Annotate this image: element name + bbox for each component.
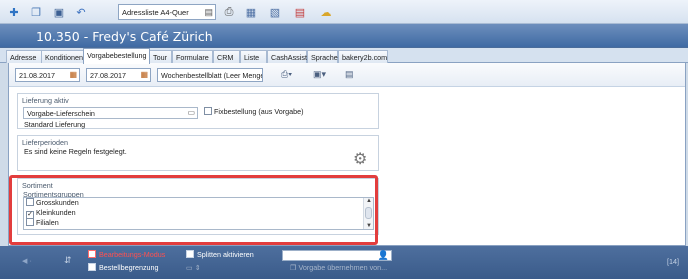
record-counter: [14] xyxy=(667,257,679,266)
report-icon: ▤ xyxy=(204,7,213,17)
delivery-type-field[interactable]: Vorgabe-Lieferschein ▭ xyxy=(23,107,198,119)
tab-konditionen[interactable]: Konditionen xyxy=(41,50,84,63)
delivery-standard-text: Standard Lieferung xyxy=(24,120,86,129)
order-limit-toggle[interactable]: Bestellbegrenzung xyxy=(88,263,159,272)
gear-icon[interactable]: ⚙ xyxy=(353,149,367,169)
split-checkbox[interactable] xyxy=(186,250,194,258)
delivery-periods-text: Es sind keine Regeln festgelegt. xyxy=(24,147,127,156)
fix-order-label: Fixbestellung (aus Vorgabe) xyxy=(214,107,304,116)
date-from-value: 21.08.2017 xyxy=(19,71,55,80)
tab-formulare[interactable]: Formulare xyxy=(172,50,213,63)
delivery-periods-group: Lieferperioden Es sind keine Regeln fest… xyxy=(17,135,379,171)
report-select-value: Adressliste A4-Quer xyxy=(122,8,189,17)
document-icon[interactable]: ▤ xyxy=(345,69,354,80)
tab-vorgabebestellung[interactable]: Vorgabebestellung xyxy=(83,48,150,64)
apply-template-input[interactable]: 👤 xyxy=(282,250,392,261)
save-icon[interactable]: ▣ xyxy=(51,4,67,20)
edit-mode-checkbox[interactable] xyxy=(88,250,96,258)
delivery-type-value: Vorgabe-Lieferschein xyxy=(27,109,95,118)
comment-icon[interactable]: ☁ xyxy=(318,4,334,20)
sub-toolbar: 21.08.2017 ▦ 27.08.2017 ▦ Wochenbestellb… xyxy=(9,63,685,87)
export-icon[interactable]: ▦ xyxy=(243,4,259,20)
document-icon[interactable]: ▧ xyxy=(267,4,283,20)
main-toolbar: ✚ ❐ ▣ ↶ Adressliste A4-Quer ▤ ⎙ ▦ ▧ ▤ ☁ xyxy=(0,0,688,24)
print-icon[interactable]: ⎙ xyxy=(221,4,237,20)
nav-back-icon[interactable]: ◀ · xyxy=(22,256,32,265)
date-to-field[interactable]: 27.08.2017 ▦ xyxy=(86,68,151,82)
copy-icon[interactable]: ❐ xyxy=(28,4,44,20)
week-template-value: Wochenbestellblatt (Leer Menge) xyxy=(161,71,263,80)
tab-bakery2b[interactable]: bakery2b.com xyxy=(338,50,388,63)
record-header: 10.350 - Fredy's Café Zürich xyxy=(0,24,688,48)
calendar-icon[interactable]: ▦ xyxy=(140,70,148,79)
order-limit-checkbox[interactable] xyxy=(88,263,96,271)
delete-icon[interactable]: ▤ xyxy=(292,4,308,20)
tab-sprache[interactable]: Sprache xyxy=(307,50,338,63)
week-template-select[interactable]: Wochenbestellblatt (Leer Menge) xyxy=(157,68,263,82)
tab-adresse[interactable]: Adresse xyxy=(6,50,42,63)
fix-order-checkbox[interactable]: Fixbestellung (aus Vorgabe) xyxy=(204,107,304,116)
tab-crm[interactable]: CRM xyxy=(213,50,240,63)
undo-icon[interactable]: ↶ xyxy=(73,4,89,20)
highlight-annotation xyxy=(9,175,378,245)
split-stepper[interactable]: ▭ ⇕ xyxy=(186,263,201,272)
page-title: 10.350 - Fredy's Café Zürich xyxy=(36,29,213,44)
date-from-field[interactable]: 21.08.2017 ▦ xyxy=(15,68,80,82)
edit-mode-label: Bearbeitungs-Modus xyxy=(99,250,166,259)
sort-icon[interactable]: ⇵ xyxy=(64,255,72,266)
date-to-value: 27.08.2017 xyxy=(90,71,126,80)
fix-order-box[interactable] xyxy=(204,107,212,115)
add-icon[interactable]: ✚ xyxy=(6,4,22,20)
lookup-icon[interactable]: ▭ xyxy=(187,108,195,117)
export-icon[interactable]: ▣▾ xyxy=(313,69,326,80)
calendar-icon[interactable]: ▦ xyxy=(69,70,77,79)
delivery-periods-title: Lieferperioden xyxy=(22,138,68,147)
report-select[interactable]: Adressliste A4-Quer ▤ xyxy=(118,4,216,20)
tab-cashassist[interactable]: CashAssist xyxy=(267,50,307,63)
apply-template-button[interactable]: ❐ Vorgabe übernehmen von... xyxy=(290,263,387,272)
tab-tour[interactable]: Tour xyxy=(149,50,172,63)
split-label: Splitten aktivieren xyxy=(197,250,254,259)
user-icon[interactable]: 👤 xyxy=(378,250,389,261)
edit-mode-toggle[interactable]: Bearbeitungs-Modus xyxy=(88,250,165,259)
delivery-group-title: Lieferung aktiv xyxy=(22,96,69,105)
tab-bar: Adresse Konditionen Vorgabebestellung To… xyxy=(0,48,688,64)
apply-template-label: Vorgabe übernehmen von... xyxy=(298,263,388,272)
delivery-group: Lieferung aktiv Vorgabe-Lieferschein ▭ F… xyxy=(17,93,379,129)
split-toggle[interactable]: Splitten aktivieren xyxy=(186,250,254,259)
tab-liste[interactable]: Liste xyxy=(240,50,267,63)
order-limit-label: Bestellbegrenzung xyxy=(99,263,159,272)
print-icon[interactable]: ⎙▾ xyxy=(281,69,292,80)
